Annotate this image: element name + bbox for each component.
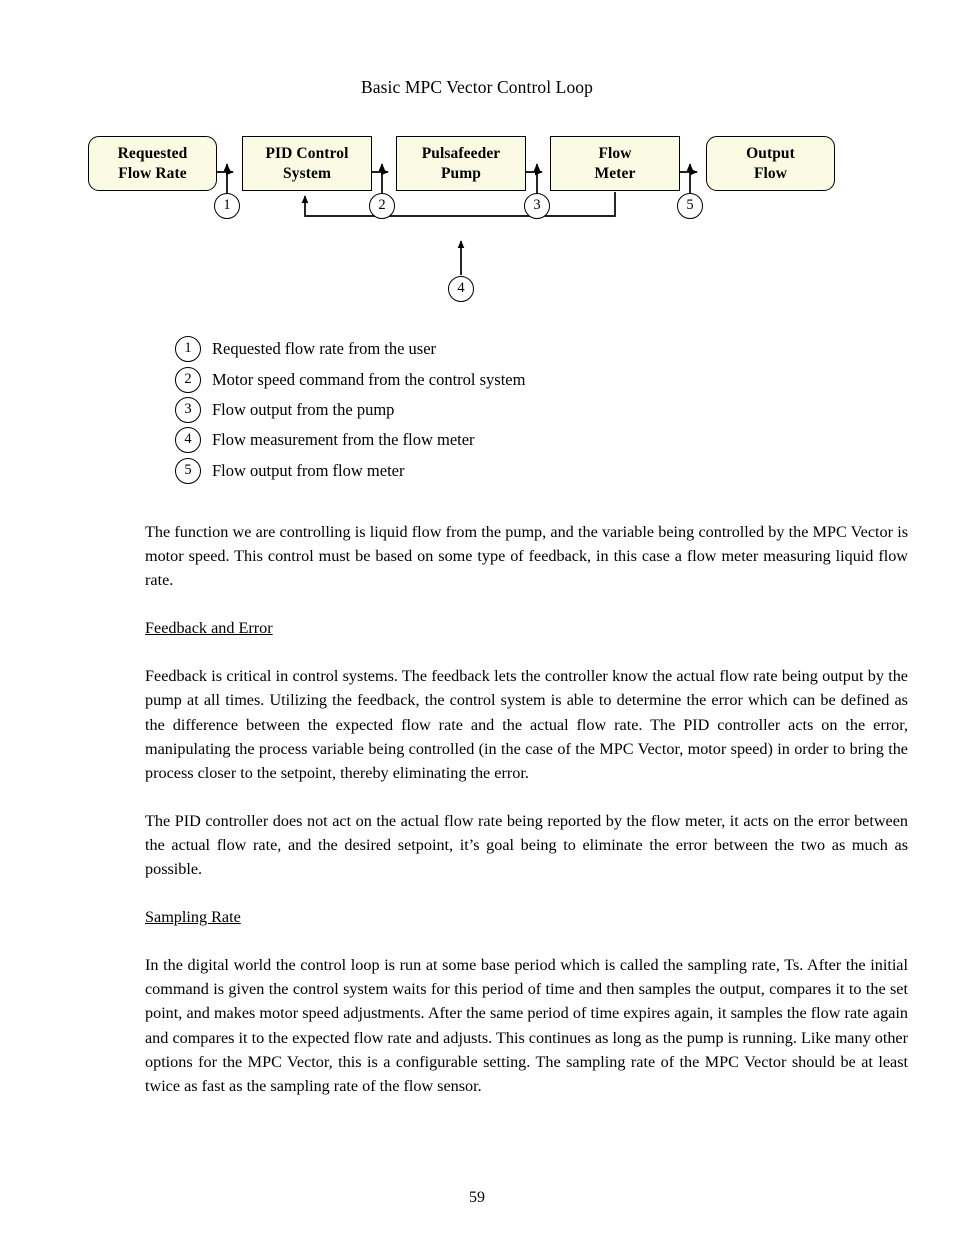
page-number: 59 (469, 1189, 485, 1206)
legend-number-4: 4 (175, 427, 201, 454)
node-pid-control-system[interactable]: PID Control System (242, 136, 372, 191)
node-label-line2: Flow (753, 164, 788, 182)
diagram-legend: 1 Requested flow rate from the user 2 Mo… (175, 334, 875, 486)
node-output-flow[interactable]: Output Flow (706, 136, 835, 191)
heading-feedback-and-error: Feedback and Error (145, 619, 273, 638)
document-body: The function we are controlling is liqui… (145, 520, 908, 1098)
legend-number-5: 5 (175, 457, 201, 484)
section-sampling-rate: Sampling Rate (145, 905, 908, 953)
paragraph-intro: The function we are controlling is liqui… (145, 523, 908, 590)
paragraph-feedback: Feedback is critical in control systems.… (145, 667, 908, 782)
node-label-line1: PID Control (265, 144, 349, 162)
legend-number-2: 2 (175, 366, 201, 393)
diagram-badge-1: 1 (214, 193, 240, 219)
node-label-line1: Flow (598, 144, 632, 162)
section-feedback-and-error: Feedback and Error (145, 616, 908, 664)
node-label-line2: Flow Rate (118, 164, 187, 182)
feedback-path (301, 192, 616, 217)
legend-label-1: Requested flow rate from the user (212, 339, 437, 359)
figure-title: Basic MPC Vector Control Loop (360, 77, 593, 97)
legend-item-1: 1 Requested flow rate from the user (175, 334, 875, 364)
node-flow-meter[interactable]: Flow Meter (550, 136, 680, 191)
legend-item-4: 4 Flow measurement from the flow meter (175, 425, 875, 455)
diagram-badge-5: 5 (677, 193, 703, 219)
legend-label-2: Motor speed command from the control sys… (212, 369, 526, 389)
control-loop-diagram: Requested Flow Rate PID Control System P… (0, 120, 954, 320)
legend-label-3: Flow output from the pump (212, 399, 395, 419)
legend-number-1: 1 (175, 336, 201, 363)
node-requested-flow-rate[interactable]: Requested Flow Rate (88, 136, 217, 191)
node-label-line1: Output (746, 144, 795, 162)
node-label-line1: Requested (117, 144, 188, 162)
node-pulsafeeder-pump[interactable]: Pulsafeeder Pump (396, 136, 526, 191)
legend-label-4: Flow measurement from the flow meter (212, 430, 475, 450)
node-label-line2: Pump (440, 164, 482, 182)
legend-item-3: 3 Flow output from the pump (175, 395, 875, 425)
legend-item-5: 5 Flow output from flow meter (175, 456, 875, 486)
node-label-line2: System (283, 164, 331, 182)
node-label-line1: Pulsafeeder (421, 144, 501, 162)
paragraph-sampling: In the digital world the control loop is… (145, 956, 908, 1095)
legend-label-5: Flow output from flow meter (212, 460, 405, 480)
diagram-badge-2: 2 (369, 193, 395, 219)
node-label-line2: Meter (594, 164, 636, 182)
legend-number-3: 3 (175, 396, 201, 423)
diagram-badge-4: 4 (448, 276, 474, 302)
paragraph-pid: The PID controller does not act on the a… (145, 811, 908, 879)
heading-sampling-rate: Sampling Rate (145, 908, 241, 927)
diagram-badge-3: 3 (524, 193, 550, 219)
legend-item-2: 2 Motor speed command from the control s… (175, 364, 875, 394)
